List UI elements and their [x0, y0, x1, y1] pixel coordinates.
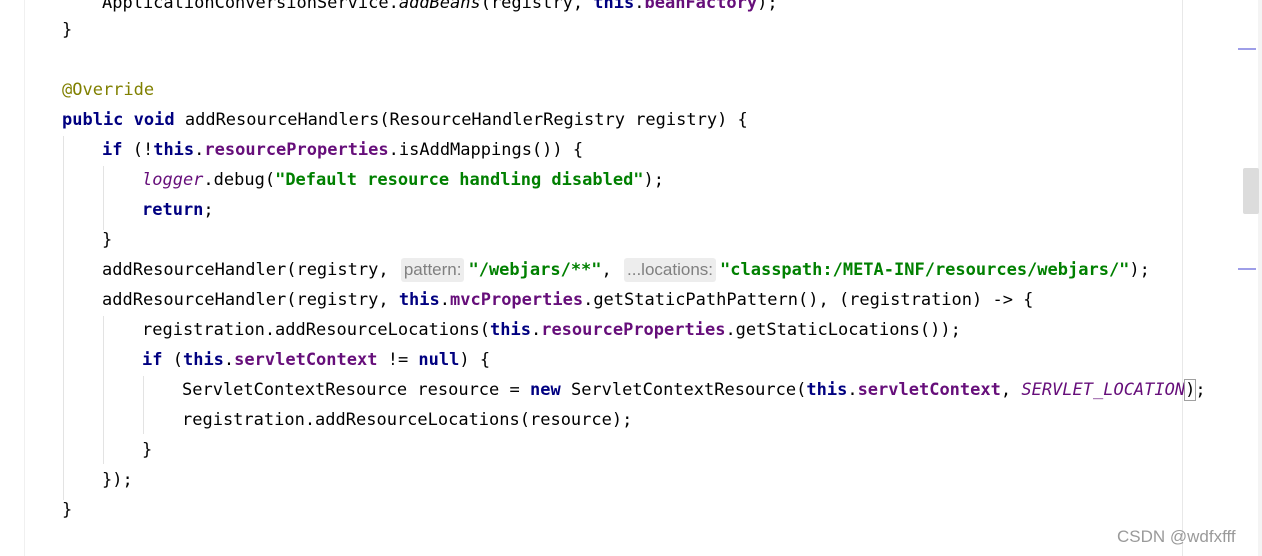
keyword: if	[142, 350, 163, 370]
string-literal: "Default resource handling disabled"	[275, 170, 644, 190]
code-text: ServletContextResource resource =	[182, 380, 530, 400]
field-name: servletContext	[857, 380, 1001, 400]
code-line[interactable]: ApplicationConversionService.addBeans(re…	[102, 0, 778, 18]
code-text: (!	[122, 140, 154, 160]
code-text: );	[757, 0, 778, 13]
code-text: );	[1129, 260, 1150, 280]
keyword: this	[398, 290, 440, 310]
parameter-hint: ...locations:	[624, 258, 717, 282]
code-line[interactable]: addResourceHandler(registry, this.mvcPro…	[102, 285, 1033, 315]
brace: }	[62, 500, 73, 520]
indent-guide	[103, 316, 104, 464]
brace: }	[102, 230, 113, 250]
keyword: this	[182, 350, 224, 370]
scrollbar-marker[interactable]	[1238, 48, 1256, 50]
static-field: logger	[142, 170, 204, 190]
code-line[interactable]: }	[142, 435, 152, 465]
code-line[interactable]: registration.addResourceLocations(resour…	[182, 405, 632, 435]
code-text: addResourceHandler(registry,	[102, 290, 399, 310]
string-literal: "/webjars/**"	[468, 260, 602, 280]
code-text: !=	[377, 350, 419, 370]
keyword: this	[593, 0, 635, 13]
code-line[interactable]: logger.debug("Default resource handling …	[142, 165, 664, 195]
code-line[interactable]: }	[62, 495, 72, 525]
code-text: (registry,	[480, 0, 594, 13]
string-literal: "classpath:/META-INF/resources/webjars/"	[720, 260, 1130, 280]
brace: }	[62, 20, 73, 40]
code-text: ;	[1195, 380, 1206, 400]
code-text: .	[439, 290, 451, 310]
static-field: SERVLET_LOCATION	[1021, 380, 1186, 400]
code-text: addResourceHandlers(ResourceHandlerRegis…	[174, 110, 748, 130]
keyword: this	[490, 320, 531, 340]
matched-paren: )	[1184, 379, 1197, 401]
code-text: });	[102, 470, 133, 490]
code-text: .getStaticLocations());	[725, 320, 961, 340]
keyword: void	[133, 110, 175, 130]
indent-guide	[143, 376, 144, 434]
indent-guide	[63, 136, 64, 500]
code-text: );	[643, 170, 665, 190]
code-text: .	[634, 0, 645, 13]
field-name: resourceProperties	[541, 320, 726, 340]
code-line[interactable]: });	[102, 465, 133, 495]
code-text: .isAddMappings()) {	[388, 140, 584, 160]
code-text: .	[223, 350, 235, 370]
code-text: .	[847, 380, 858, 400]
code-text: ApplicationConversionService.	[102, 0, 399, 13]
code-line[interactable]: if (this.servletContext != null) {	[142, 345, 490, 375]
parameter-hint: pattern:	[400, 258, 465, 282]
code-line[interactable]: public void addResourceHandlers(Resource…	[62, 105, 748, 135]
right-margin-guide	[1182, 0, 1183, 556]
scrollbar-track[interactable]	[1258, 0, 1262, 556]
code-text: ) {	[459, 350, 491, 370]
field-name: mvcProperties	[450, 290, 584, 310]
code-text: ,	[1000, 380, 1022, 400]
code-line[interactable]: return;	[142, 195, 214, 225]
code-line[interactable]: registration.addResourceLocations(this.r…	[142, 315, 961, 345]
gutter-separator	[24, 0, 25, 556]
indent-guide	[103, 166, 104, 230]
brace: }	[142, 440, 153, 460]
field-name: beanFactory	[644, 0, 758, 13]
code-text: ServletContextResource(	[560, 380, 807, 400]
keyword: public	[62, 110, 124, 130]
code-text: ,	[601, 260, 623, 280]
annotation: @Override	[62, 80, 155, 100]
keyword: new	[530, 380, 561, 400]
keyword: if	[102, 140, 123, 160]
keyword: null	[418, 350, 460, 370]
watermark: CSDN @wdfxfff	[1117, 527, 1236, 546]
code-text: .	[194, 140, 205, 160]
code-line[interactable]: ServletContextResource resource = new Se…	[182, 375, 1206, 405]
scrollbar-marker[interactable]	[1238, 268, 1256, 270]
code-text: addResourceHandler(registry,	[102, 260, 399, 280]
code-text: ;	[203, 200, 214, 220]
code-line[interactable]: @Override	[62, 75, 154, 105]
code-line[interactable]: addResourceHandler(registry, pattern: "/w…	[102, 255, 1150, 285]
field-name: servletContext	[234, 350, 378, 370]
code-line[interactable]: }	[62, 15, 72, 45]
code-text: registration.addResourceLocations(	[142, 320, 490, 340]
code-text: registration.addResourceLocations(resour…	[182, 410, 633, 430]
keyword: return	[142, 200, 204, 220]
code-line[interactable]: }	[102, 225, 112, 255]
scrollbar-thumb[interactable]	[1243, 168, 1259, 214]
code-text: .getStaticPathPattern(), (registration) …	[583, 290, 1034, 310]
method-name: addBeans	[398, 0, 481, 13]
code-text: .	[530, 320, 542, 340]
code-text: .debug(	[203, 170, 276, 190]
code-line[interactable]: if (!this.resourceProperties.isAddMappin…	[102, 135, 583, 165]
code-editor[interactable]: ApplicationConversionService.addBeans(re…	[0, 0, 1262, 556]
keyword: this	[153, 140, 195, 160]
code-text: (	[162, 350, 183, 370]
field-name: resourceProperties	[204, 140, 389, 160]
keyword: this	[806, 380, 848, 400]
